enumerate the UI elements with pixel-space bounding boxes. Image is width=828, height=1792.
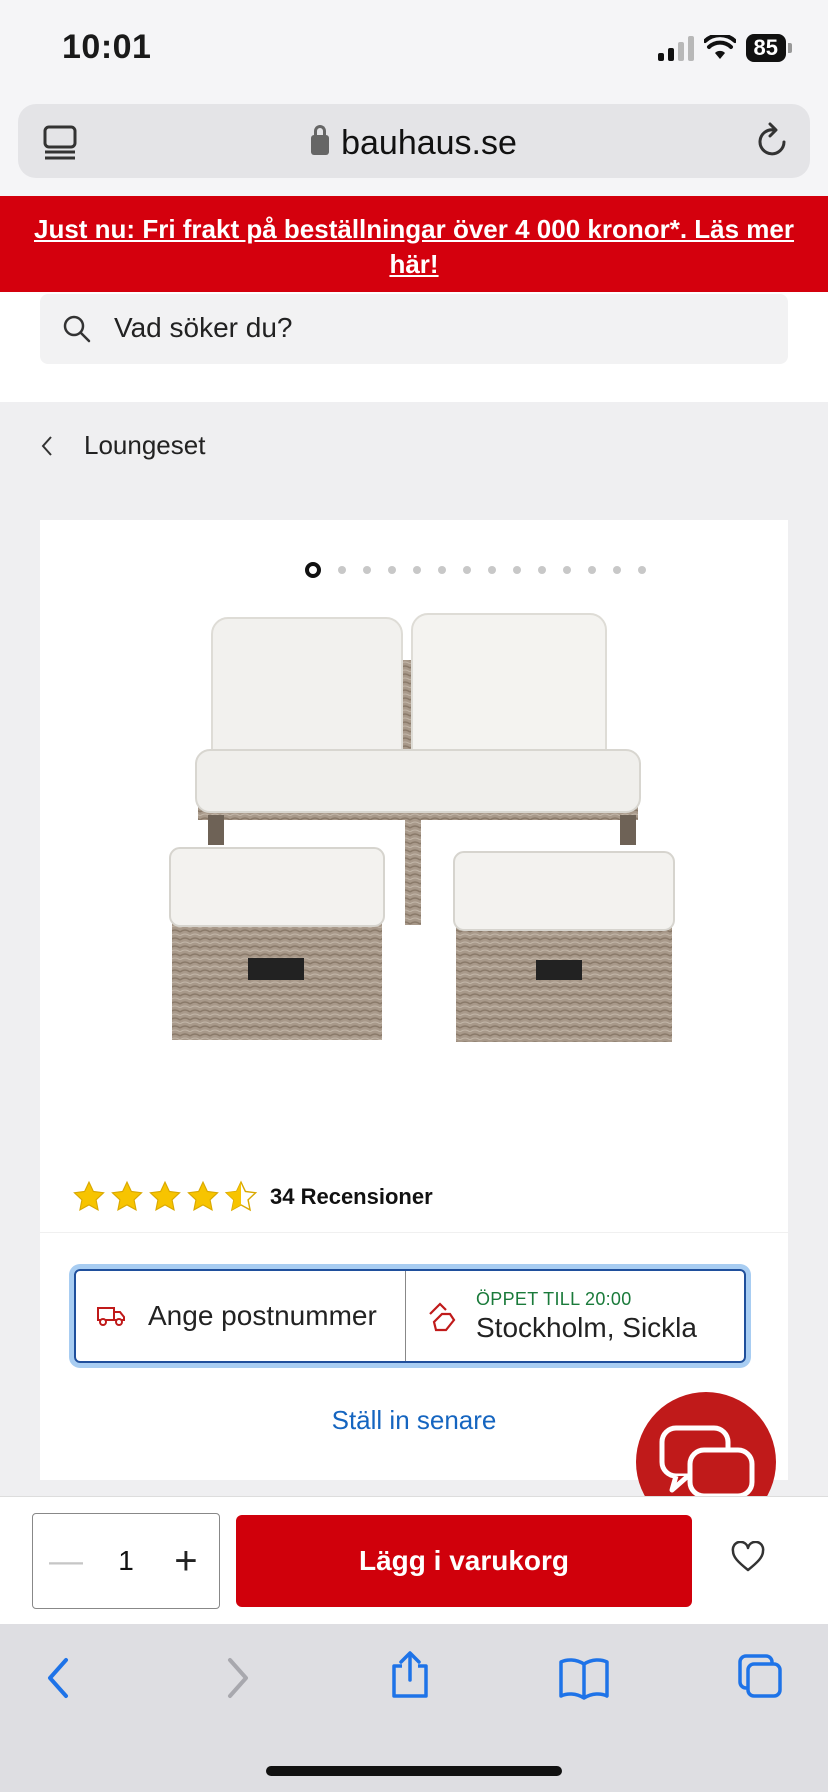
home-indicator	[266, 1766, 562, 1776]
status-icons: 85	[657, 34, 792, 62]
chevron-left-icon[interactable]	[40, 435, 54, 457]
forward-icon[interactable]	[222, 1656, 252, 1700]
search-input[interactable]: Vad söker du?	[40, 294, 788, 364]
search-area: Vad söker du?	[0, 292, 828, 402]
battery-level: 85	[745, 34, 786, 62]
store-button[interactable]: ÖPPET TILL 20:00 Stockholm, Sickla	[406, 1271, 744, 1361]
product-image[interactable]	[150, 600, 710, 1120]
product-card: 34 Recensioner Ange postnummer ÖPPET TIL…	[40, 520, 788, 1480]
store-info: ÖPPET TILL 20:00 Stockholm, Sickla	[476, 1289, 697, 1344]
star-full-icon	[187, 1180, 219, 1211]
star-full-icon	[111, 1180, 143, 1211]
gallery-dot[interactable]	[638, 566, 646, 574]
gallery-dot[interactable]	[513, 566, 521, 574]
gallery-dot[interactable]	[588, 566, 596, 574]
store-icon	[429, 1302, 456, 1332]
quantity-stepper: — 1 +	[32, 1513, 220, 1609]
gallery-dot[interactable]	[563, 566, 571, 574]
postcode-label: Ange postnummer	[148, 1300, 377, 1331]
truck-icon	[97, 1307, 125, 1326]
gallery-dot[interactable]	[613, 566, 621, 574]
delivery-selector: Ange postnummer ÖPPET TILL 20:00 Stockho…	[74, 1269, 746, 1363]
add-to-cart-button[interactable]: Lägg i varukorg	[236, 1515, 692, 1607]
url-display[interactable]: bauhaus.se	[18, 124, 810, 163]
store-name: Stockholm, Sickla	[476, 1311, 697, 1343]
star-full-icon	[149, 1180, 181, 1211]
status-bar: 10:01 85	[0, 0, 828, 98]
promo-link[interactable]: Just nu: Fri frakt på beställningar över…	[34, 214, 794, 279]
share-icon[interactable]	[388, 1650, 432, 1700]
gallery-dot[interactable]	[538, 566, 546, 574]
browser-address-area: bauhaus.se	[0, 98, 828, 196]
battery-icon: 85	[745, 34, 792, 62]
heart-icon[interactable]	[730, 1541, 766, 1573]
gallery-dot[interactable]	[413, 566, 421, 574]
browser-toolbar	[0, 1624, 828, 1792]
tabs-icon[interactable]	[736, 1652, 784, 1700]
gallery-dot[interactable]	[488, 566, 496, 574]
star-full-icon	[73, 1180, 105, 1211]
promo-banner: Just nu: Fri frakt på beställningar över…	[0, 196, 828, 292]
search-icon	[63, 315, 91, 343]
star-half-icon	[224, 1180, 258, 1212]
gallery-dots[interactable]	[305, 562, 646, 578]
cellular-signal-icon	[657, 35, 694, 61]
wifi-icon	[703, 35, 736, 59]
breadcrumb-label[interactable]: Loungeset	[84, 430, 205, 461]
gallery-dot[interactable]	[463, 566, 471, 574]
address-bar[interactable]: bauhaus.se	[18, 104, 810, 178]
bookmarks-icon[interactable]	[558, 1656, 610, 1700]
lock-icon	[311, 125, 330, 155]
reviews-count[interactable]: 34 Recensioner	[270, 1184, 433, 1210]
gallery-dot[interactable]	[388, 566, 396, 574]
gallery-dot[interactable]	[305, 562, 321, 578]
reload-icon[interactable]	[754, 122, 790, 160]
gallery-dot[interactable]	[363, 566, 371, 574]
quantity-decrease-button[interactable]: —	[49, 1542, 83, 1581]
store-opening-status: ÖPPET TILL 20:00	[476, 1288, 632, 1309]
breadcrumb[interactable]: Loungeset	[40, 430, 205, 461]
postcode-button[interactable]: Ange postnummer	[76, 1271, 406, 1361]
back-icon[interactable]	[44, 1656, 74, 1700]
gallery-dot[interactable]	[338, 566, 346, 574]
status-time: 10:01	[62, 28, 152, 66]
gallery-dot[interactable]	[438, 566, 446, 574]
quantity-value[interactable]: 1	[118, 1545, 134, 1577]
add-to-cart-bar: — 1 + Lägg i varukorg	[0, 1496, 828, 1624]
url-text: bauhaus.se	[341, 124, 517, 162]
product-rating[interactable]: 34 Recensioner	[72, 1180, 433, 1214]
quantity-increase-button[interactable]: +	[169, 1539, 203, 1584]
search-placeholder: Vad söker du?	[114, 312, 293, 343]
